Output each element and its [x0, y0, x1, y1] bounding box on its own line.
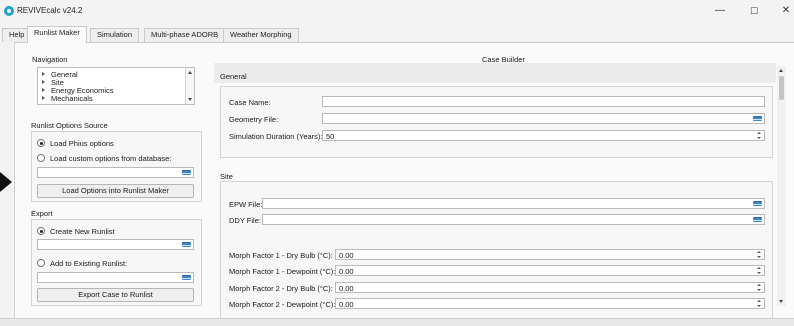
custom-database-path-input[interactable]	[37, 167, 194, 178]
title-bar: REVIVEcalc v24.2 — ☐ ✕	[0, 0, 794, 24]
general-header	[214, 63, 776, 83]
simulation-duration-label: Simulation Duration (Years):	[229, 132, 323, 141]
window-bottom-edge	[0, 318, 794, 326]
expand-arrow-icon	[42, 80, 45, 84]
navigation-tree[interactable]: General Site Energy Economics Mechanical…	[37, 67, 195, 105]
morph-factor-label: Morph Factor 1 - Dewpoint (°C):	[229, 267, 336, 276]
epw-file-label: EPW File:	[229, 200, 263, 209]
load-options-button[interactable]: Load Options into Runlist Maker	[37, 184, 194, 198]
tab-multi-phase-adorb[interactable]: Multi-phase ADORB	[144, 28, 226, 42]
simulation-duration-spinbox[interactable]: 50	[322, 130, 765, 141]
tab-weather-morphing[interactable]: Weather Morphing	[223, 28, 299, 42]
spin-arrows-icon[interactable]	[756, 267, 763, 274]
browse-file-icon[interactable]	[182, 275, 191, 280]
morph-factor-spinbox[interactable]: 0.00	[335, 249, 765, 260]
nav-item-mechanicals[interactable]: Mechanicals	[42, 94, 93, 103]
general-section-title: General	[220, 72, 247, 81]
spin-arrows-icon[interactable]	[756, 251, 763, 258]
add-existing-runlist-radio[interactable]	[37, 259, 45, 267]
browse-file-icon[interactable]	[182, 242, 191, 247]
ddy-file-input[interactable]	[262, 214, 765, 225]
case-name-input[interactable]	[322, 96, 765, 107]
geometry-file-input[interactable]	[322, 113, 765, 124]
morph-factor-label: Morph Factor 2 - Dry Bulb (°C):	[229, 284, 333, 293]
browse-file-icon[interactable]	[753, 217, 762, 222]
navigation-scrollbar[interactable]	[185, 68, 194, 104]
mouse-pointer-icon	[0, 172, 12, 192]
scroll-down-icon[interactable]	[188, 98, 192, 101]
morph-factor-spinbox[interactable]: 0.00	[335, 265, 765, 276]
close-button[interactable]: ✕	[776, 3, 794, 19]
load-custom-radio[interactable]	[37, 154, 45, 162]
existing-runlist-path-input[interactable]	[37, 272, 194, 283]
app-window: REVIVEcalc v24.2 — ☐ ✕ Help Runlist Make…	[0, 0, 794, 326]
minimize-button[interactable]: —	[706, 3, 734, 19]
scrollbar-thumb[interactable]	[779, 76, 784, 100]
load-phius-radio[interactable]	[37, 139, 45, 147]
add-existing-runlist-label: Add to Existing Runlist:	[50, 259, 128, 268]
new-runlist-path-input[interactable]	[37, 239, 194, 250]
morph-factor-spinbox[interactable]: 0.00	[335, 298, 765, 309]
morph-factor-label: Morph Factor 1 - Dry Bulb (°C):	[229, 251, 333, 260]
browse-file-icon[interactable]	[753, 201, 762, 206]
case-builder-scrollbar[interactable]	[777, 66, 786, 306]
load-custom-label: Load custom options from database:	[50, 154, 172, 163]
epw-file-input[interactable]	[262, 198, 765, 209]
tab-bar: Help Runlist Maker Simulation Multi-phas…	[0, 26, 794, 43]
ddy-file-label: DDY File:	[229, 216, 261, 225]
maximize-button[interactable]: ☐	[740, 3, 768, 19]
browse-file-icon[interactable]	[753, 116, 762, 121]
case-builder-scroll-area: General Case Name: Geometry File: Simula…	[214, 63, 776, 318]
expand-arrow-icon	[42, 88, 45, 92]
spin-arrows-icon[interactable]	[756, 300, 763, 307]
scroll-up-icon[interactable]	[188, 71, 192, 74]
window-title: REVIVEcalc v24.2	[17, 6, 83, 15]
spin-arrows-icon[interactable]	[756, 132, 763, 139]
morph-factor-label: Morph Factor 2 - Dewpoint (°C):	[229, 300, 336, 309]
scroll-up-icon[interactable]	[779, 69, 783, 72]
site-section-title: Site	[220, 172, 233, 181]
expand-arrow-icon	[42, 72, 45, 76]
tab-simulation[interactable]: Simulation	[90, 28, 140, 42]
expand-arrow-icon	[42, 96, 45, 100]
export-title: Export	[31, 209, 53, 218]
load-phius-label: Load Phius options	[50, 139, 114, 148]
navigation-title: Navigation	[32, 55, 68, 64]
export-case-button[interactable]: Export Case to Runlist	[37, 288, 194, 302]
spin-arrows-icon[interactable]	[756, 284, 763, 291]
options-source-title: Runlist Options Source	[31, 121, 108, 130]
morph-factor-spinbox[interactable]: 0.00	[335, 282, 765, 293]
tab-runlist-maker[interactable]: Runlist Maker	[27, 26, 87, 43]
create-new-runlist-label: Create New Runlist	[50, 227, 115, 236]
scroll-down-icon[interactable]	[779, 300, 783, 303]
app-logo-icon	[4, 6, 14, 16]
geometry-file-label: Geometry File:	[229, 115, 279, 124]
browse-file-icon[interactable]	[182, 170, 191, 175]
case-name-label: Case Name:	[229, 98, 271, 107]
create-new-runlist-radio[interactable]	[37, 227, 45, 235]
